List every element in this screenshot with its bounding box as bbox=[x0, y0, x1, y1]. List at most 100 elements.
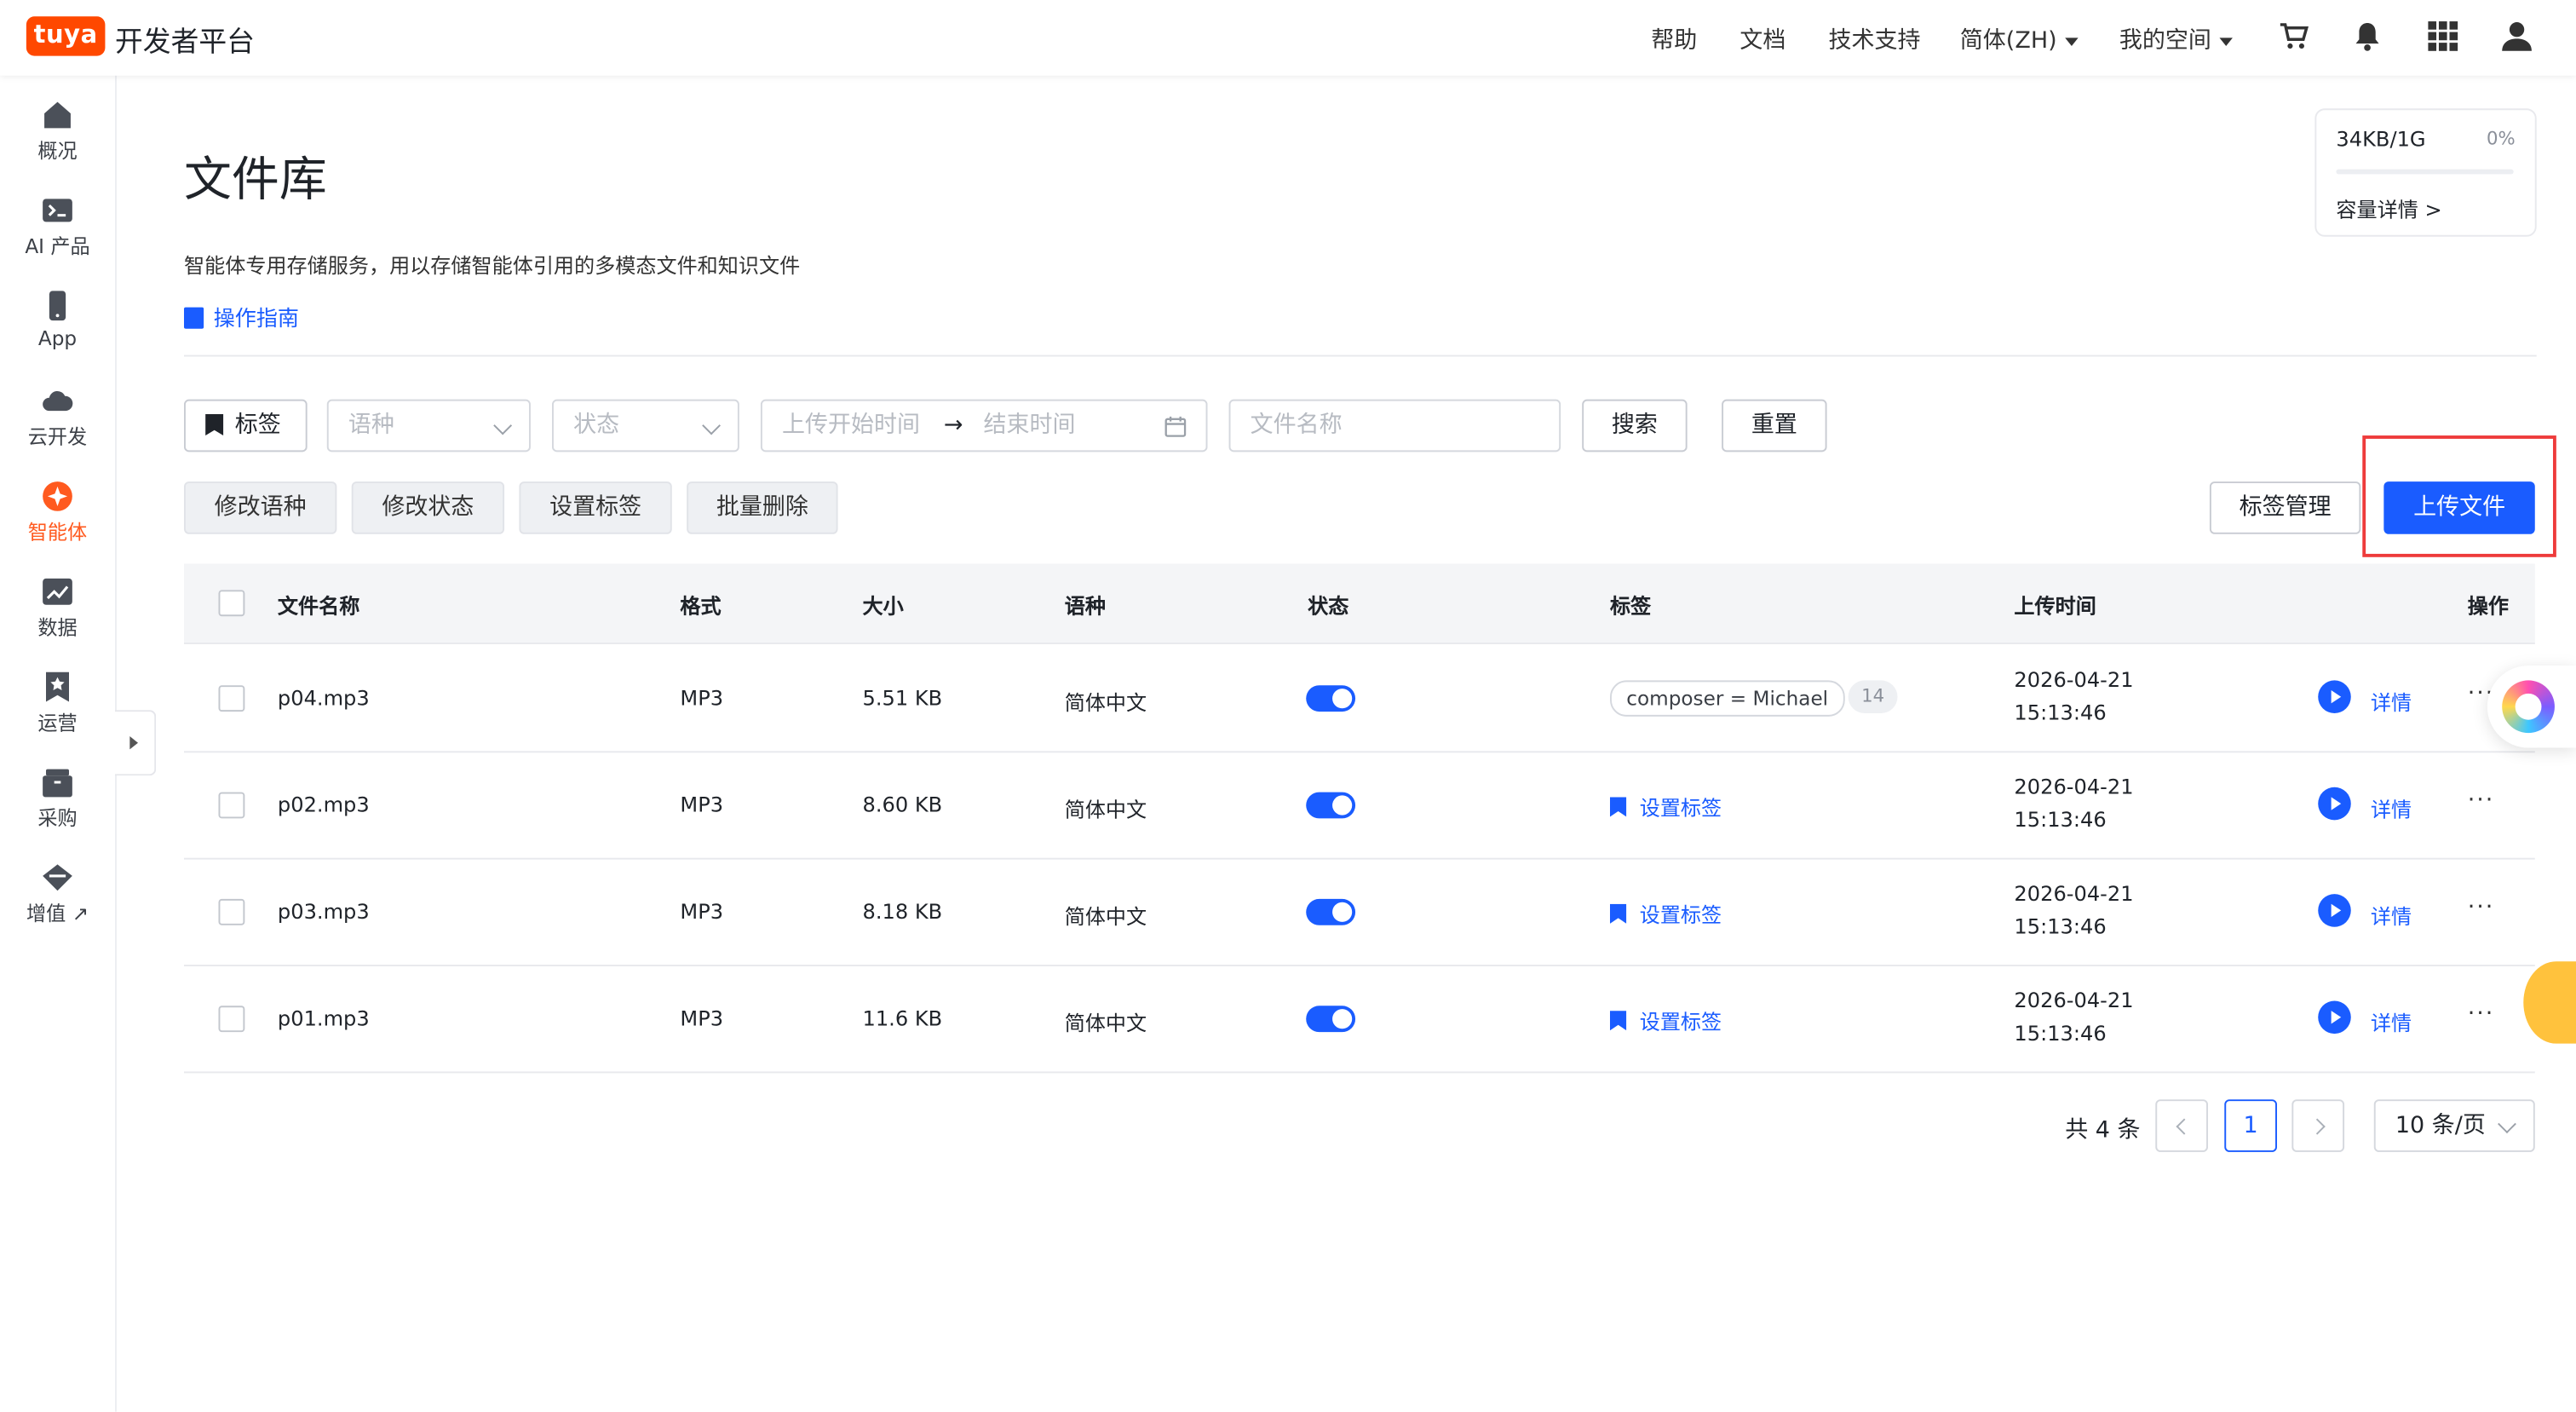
play-icon[interactable] bbox=[2318, 787, 2351, 821]
tag-chip[interactable]: composer = Michael bbox=[1609, 680, 1845, 717]
row-checkbox[interactable] bbox=[218, 898, 245, 925]
set-tag-label: 设置标签 bbox=[1639, 1009, 1722, 1035]
row-checkbox[interactable] bbox=[218, 792, 245, 819]
calendar-icon bbox=[1164, 416, 1187, 437]
upload-date: 2026-04-21 bbox=[2014, 988, 2134, 1012]
cloud-icon bbox=[43, 390, 73, 412]
page-title: 文件库 bbox=[183, 151, 327, 207]
sidebar-item-value-added[interactable]: 增值 ↗ bbox=[0, 862, 115, 927]
set-tag-link[interactable]: 设置标签 bbox=[1609, 897, 1722, 929]
table-row: p04.mp3 MP3 5.51 KB 简体中文 composer = Mich… bbox=[183, 644, 2535, 753]
ai-assistant-icon bbox=[2502, 680, 2555, 734]
file-size: 8.18 KB bbox=[862, 898, 943, 924]
header-divider bbox=[183, 354, 2537, 357]
sidebar-item-data[interactable]: 数据 bbox=[0, 575, 115, 641]
tag-filter-label: 标签 bbox=[234, 412, 281, 439]
file-size: 8.60 KB bbox=[862, 792, 943, 817]
tag-management-button[interactable]: 标签管理 bbox=[2209, 481, 2361, 534]
sidebar-item-purchase[interactable]: 采购 bbox=[0, 766, 115, 832]
reset-button[interactable]: 重置 bbox=[1722, 399, 1827, 452]
status-toggle[interactable] bbox=[1306, 1006, 1356, 1033]
row-checkbox[interactable] bbox=[218, 685, 245, 712]
sidebar-item-agent[interactable]: 智能体 bbox=[0, 480, 115, 545]
table-row: p01.mp3 MP3 11.6 KB 简体中文 设置标签 2026-04-21… bbox=[183, 965, 2535, 1074]
sidebar-item-label: 智能体 bbox=[27, 521, 88, 545]
user-icon[interactable] bbox=[2500, 20, 2533, 53]
detail-link[interactable]: 详情 bbox=[2371, 899, 2412, 931]
grid-icon[interactable] bbox=[2426, 20, 2459, 53]
capacity-details-link[interactable]: 容量详情 > bbox=[2336, 193, 2441, 224]
set-tag-button[interactable]: 设置标签 bbox=[519, 481, 672, 534]
sidebar-item-app[interactable]: App bbox=[0, 289, 115, 350]
sidebar-item-label: 运营 bbox=[37, 712, 78, 735]
sidebar-expand-toggle[interactable] bbox=[114, 710, 157, 776]
more-actions-icon[interactable]: ··· bbox=[2468, 1000, 2495, 1027]
filename-search-input[interactable]: 文件名称 bbox=[1228, 399, 1561, 452]
row-checkbox[interactable] bbox=[218, 1006, 245, 1033]
start-date-input[interactable]: 上传开始时间 bbox=[782, 412, 920, 439]
set-tag-link[interactable]: 设置标签 bbox=[1609, 1004, 1722, 1035]
more-actions-icon[interactable]: ··· bbox=[2468, 894, 2495, 920]
select-all-checkbox[interactable] bbox=[218, 590, 245, 617]
language-label: 简体(ZH) bbox=[1959, 27, 2057, 55]
storage-card: 34KB/1G 0% 容量详情 > bbox=[2314, 108, 2537, 237]
guide-link[interactable]: 操作指南 bbox=[183, 301, 299, 332]
status-select[interactable]: 状态 bbox=[551, 399, 739, 452]
tag-filter-button[interactable]: 标签 bbox=[183, 399, 308, 452]
next-page-button[interactable] bbox=[2291, 1099, 2345, 1152]
search-button[interactable]: 搜索 bbox=[1582, 399, 1688, 452]
page-size-select[interactable]: 10 条/页 bbox=[2373, 1099, 2535, 1152]
platform-title[interactable]: 开发者平台 bbox=[115, 18, 255, 60]
sidebar-item-operation[interactable]: 运营 bbox=[0, 671, 115, 736]
file-size: 5.51 KB bbox=[862, 685, 943, 711]
status-toggle[interactable] bbox=[1306, 685, 1356, 712]
cart-icon[interactable] bbox=[2277, 20, 2310, 53]
sidebar-item-overview[interactable]: 概况 bbox=[0, 99, 115, 164]
page-size-label: 10 条/页 bbox=[2395, 1112, 2486, 1139]
nav-my-space[interactable]: 我的空间 bbox=[2119, 23, 2233, 56]
sidebar-item-ai-product[interactable]: AI 产品 bbox=[0, 194, 115, 260]
end-date-input[interactable]: 结束时间 bbox=[984, 412, 1076, 439]
play-icon[interactable] bbox=[2318, 1000, 2351, 1035]
toggle-knob bbox=[1332, 902, 1353, 922]
detail-link[interactable]: 详情 bbox=[2371, 1006, 2412, 1037]
more-actions-icon[interactable]: ··· bbox=[2468, 787, 2495, 814]
table-row: p02.mp3 MP3 8.60 KB 简体中文 设置标签 2026-04-21… bbox=[183, 751, 2535, 860]
tuya-logo[interactable]: tuya bbox=[26, 16, 106, 56]
table-header: 文件名称 格式 大小 语种 状态 标签 上传时间 操作 bbox=[183, 563, 2535, 644]
file-name: p03.mp3 bbox=[277, 898, 370, 924]
star-icon bbox=[45, 671, 69, 702]
document-icon bbox=[183, 307, 204, 329]
date-range-picker[interactable]: 上传开始时间 → 结束时间 bbox=[760, 399, 1208, 452]
page-number-button[interactable]: 1 bbox=[2224, 1099, 2277, 1152]
toggle-knob bbox=[1332, 689, 1353, 709]
bell-icon[interactable] bbox=[2351, 20, 2384, 53]
chevron-down-icon bbox=[2498, 1115, 2516, 1134]
sidebar: 概况 AI 产品 App 云开发 智能体 数据 运营 采购 增值 ↗ bbox=[0, 75, 117, 1412]
sidebar-item-cloud[interactable]: 云开发 bbox=[0, 384, 115, 450]
edit-status-button[interactable]: 修改状态 bbox=[351, 481, 505, 534]
play-icon[interactable] bbox=[2318, 894, 2351, 927]
column-header-size: 大小 bbox=[862, 593, 904, 619]
play-icon[interactable] bbox=[2318, 680, 2351, 713]
nav-language[interactable]: 简体(ZH) bbox=[1960, 23, 2079, 56]
detail-link[interactable]: 详情 bbox=[2371, 685, 2412, 717]
nav-help[interactable]: 帮助 bbox=[1651, 23, 1697, 56]
sidebar-item-label: AI 产品 bbox=[25, 234, 90, 258]
column-header-language: 语种 bbox=[1064, 593, 1106, 619]
language-select[interactable]: 语种 bbox=[326, 399, 531, 452]
chart-icon bbox=[43, 578, 72, 605]
status-toggle[interactable] bbox=[1306, 898, 1356, 925]
status-toggle[interactable] bbox=[1306, 792, 1356, 819]
prev-page-button[interactable] bbox=[2155, 1099, 2208, 1152]
ai-assistant-float-button[interactable] bbox=[2487, 666, 2576, 748]
detail-link[interactable]: 详情 bbox=[2371, 792, 2412, 824]
nav-support[interactable]: 技术支持 bbox=[1828, 23, 1920, 56]
upload-date: 2026-04-21 bbox=[2014, 774, 2134, 799]
edit-language-button[interactable]: 修改语种 bbox=[183, 481, 337, 534]
bookmark-icon bbox=[1609, 1011, 1627, 1031]
nav-docs[interactable]: 文档 bbox=[1739, 23, 1785, 56]
set-tag-link[interactable]: 设置标签 bbox=[1609, 791, 1722, 822]
diamond-icon bbox=[43, 864, 72, 891]
batch-delete-button[interactable]: 批量删除 bbox=[687, 481, 838, 534]
